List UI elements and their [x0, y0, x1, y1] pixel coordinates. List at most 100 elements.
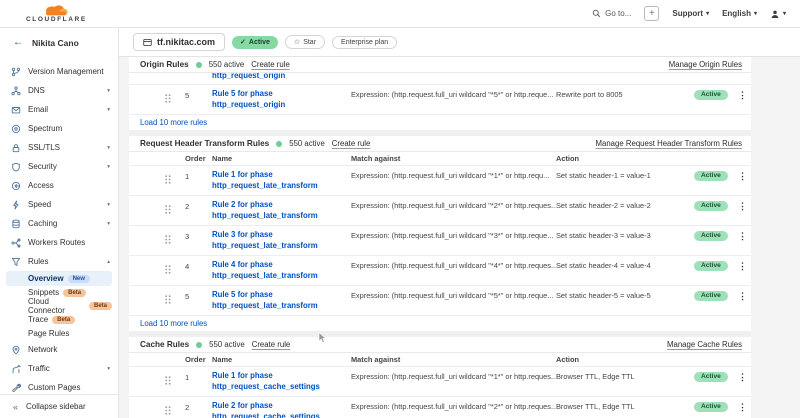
cloudflare-logo[interactable]: CLOUDFLARE	[26, 4, 87, 24]
chevron-down-icon: ▾	[107, 202, 110, 208]
sidebar-item-caching[interactable]: Caching ▾	[0, 214, 118, 233]
lock-icon	[11, 143, 21, 153]
star-button[interactable]: ☆ Star	[285, 35, 325, 49]
location-pin-icon	[11, 345, 21, 355]
create-rule-link[interactable]: Create rule	[251, 60, 290, 69]
manage-cache-rules-link[interactable]: Manage Cache Rules	[667, 340, 742, 349]
rule-action: Browser TTL, Edge TTL	[556, 371, 694, 381]
add-button[interactable]: +	[644, 6, 659, 21]
request-header-transform-rules-section: Request Header Transform Rules 550 activ…	[129, 136, 751, 331]
status-badge: Active	[694, 201, 728, 211]
drag-handle[interactable]	[129, 401, 179, 417]
rule-name-link[interactable]: Rule 1 for phase http_request_cache_sett…	[212, 371, 351, 392]
back-arrow-icon[interactable]: ←	[13, 37, 23, 48]
rule-action: Set static header-5 = value-5	[556, 290, 694, 300]
funnel-icon	[11, 257, 21, 267]
sidebar-item-ssl-tls[interactable]: SSL/TLS ▾	[0, 138, 118, 157]
status-badge: Active	[694, 261, 728, 271]
kebab-menu-button[interactable]: ⋮	[738, 401, 751, 413]
sidebar-item-custom-pages[interactable]: Custom Pages	[0, 378, 118, 394]
drag-handle[interactable]	[129, 290, 179, 306]
drag-handle[interactable]	[129, 89, 179, 105]
chevron-up-icon: ▴	[107, 259, 110, 265]
drag-handle[interactable]	[129, 260, 179, 276]
create-rule-link[interactable]: Create rule	[332, 139, 371, 148]
account-name: Nikita Cano	[32, 38, 79, 48]
sidebar-item-page-rules[interactable]: Page Rules	[6, 327, 112, 341]
mouse-cursor	[318, 332, 329, 344]
sidebar-item-dns[interactable]: DNS ▾	[0, 81, 118, 100]
sidebar-nav: Version Management DNS ▾ Email ▾ Spectru…	[0, 57, 118, 394]
user-account-menu[interactable]: ▾	[770, 9, 786, 19]
origin-rules-section: Origin Rules 550 active Create rule Mana…	[129, 57, 751, 130]
zone-header: tf.nikitac.com ✓ Active ☆ Star Enterpris…	[119, 28, 800, 57]
manage-request-header-transform-rules-link[interactable]: Manage Request Header Transform Rules	[596, 139, 742, 148]
drag-handle[interactable]	[129, 371, 179, 387]
cloudflare-cloud-icon	[41, 4, 71, 16]
sidebar-item-workers-routes[interactable]: Workers Routes	[0, 233, 118, 252]
create-rule-link[interactable]: Create rule	[252, 340, 291, 349]
sidebar-item-speed[interactable]: Speed ▾	[0, 195, 118, 214]
rule-order: 1	[179, 371, 212, 382]
drag-handle[interactable]	[129, 230, 179, 246]
kebab-menu-button[interactable]: ⋮	[738, 170, 751, 182]
rule-match: Expression: (http.request.full_uri wildc…	[351, 260, 556, 270]
rule-name-link[interactable]: Rule 5 for phase http_request_origin	[212, 89, 351, 110]
global-search[interactable]: Go to...	[592, 9, 631, 18]
rule-name-link[interactable]: Rule 3 for phase http_request_late_trans…	[212, 230, 351, 251]
sidebar-item-spectrum[interactable]: Spectrum	[0, 119, 118, 138]
account-breadcrumb[interactable]: ← Nikita Cano	[0, 28, 118, 57]
sidebar-item-rules[interactable]: Rules ▴	[0, 252, 118, 271]
column-action: Action	[556, 355, 694, 364]
rule-order: 4	[179, 260, 212, 271]
rule-name-link[interactable]: Rule 5 for phase http_request_late_trans…	[212, 290, 351, 311]
load-more-rules-link[interactable]: Load 10 more rules	[129, 115, 751, 130]
rule-name-link[interactable]: Rule 1 for phase http_request_late_trans…	[212, 170, 351, 191]
column-action: Action	[556, 154, 694, 163]
drag-handle[interactable]	[129, 200, 179, 216]
collapse-sidebar-button[interactable]: « Collapse sidebar	[0, 394, 118, 418]
sidebar-item-version-management[interactable]: Version Management	[0, 62, 118, 81]
traffic-split-icon	[11, 364, 21, 374]
sidebar-item-security[interactable]: Security ▾	[0, 157, 118, 176]
sidebar-item-access[interactable]: Access	[0, 176, 118, 195]
rule-name-link[interactable]: Rule 2 for phase http_request_late_trans…	[212, 200, 351, 221]
sidebar-item-cloud-connector[interactable]: Cloud Connector Beta	[6, 300, 112, 314]
rule-action: Set static header-4 = value-4	[556, 260, 694, 270]
zone-selector[interactable]: tf.nikitac.com	[133, 33, 225, 51]
kebab-menu-button[interactable]: ⋮	[738, 200, 751, 212]
rule-order: 2	[179, 401, 212, 412]
kebab-menu-button[interactable]: ⋮	[738, 371, 751, 383]
section-title: Origin Rules	[140, 60, 189, 69]
table-row: 1 Rule 1 for phase http_request_late_tra…	[129, 166, 751, 196]
support-menu[interactable]: Support ▾	[672, 9, 709, 18]
chevron-down-icon: ▾	[107, 107, 110, 113]
rule-name-link[interactable]: Rule 2 for phase http_request_cache_sett…	[212, 401, 351, 418]
rule-order: 1	[179, 170, 212, 181]
kebab-menu-button[interactable]: ⋮	[738, 89, 751, 101]
manage-origin-rules-link[interactable]: Manage Origin Rules	[669, 60, 742, 69]
access-icon	[11, 181, 21, 191]
rule-order: 5	[179, 89, 212, 100]
sidebar-item-network[interactable]: Network	[0, 340, 118, 359]
sidebar-item-trace[interactable]: Trace Beta	[6, 313, 112, 327]
chevron-down-icon: ▾	[107, 221, 110, 227]
kebab-menu-button[interactable]: ⋮	[738, 290, 751, 302]
sidebar-item-traffic[interactable]: Traffic ▾	[0, 359, 118, 378]
rule-match: Expression: (http.request.full_uri wildc…	[351, 290, 556, 300]
rule-name-link[interactable]: Rule 4 for phase http_request_late_trans…	[212, 260, 351, 281]
route-icon	[11, 238, 21, 248]
language-menu[interactable]: English ▾	[722, 9, 757, 18]
load-more-rules-link[interactable]: Load 10 more rules	[129, 316, 751, 331]
status-badge: Active	[694, 90, 728, 100]
wrench-icon	[11, 383, 21, 393]
sidebar-item-overview[interactable]: Overview New	[6, 271, 112, 286]
table-row: 2 Rule 2 for phase http_request_cache_se…	[129, 397, 751, 418]
active-count: 550 active	[209, 340, 245, 349]
section-title: Cache Rules	[140, 340, 189, 349]
active-count: 550 active	[289, 139, 325, 148]
sidebar-item-email[interactable]: Email ▾	[0, 100, 118, 119]
kebab-menu-button[interactable]: ⋮	[738, 230, 751, 242]
kebab-menu-button[interactable]: ⋮	[738, 260, 751, 272]
drag-handle[interactable]	[129, 170, 179, 186]
